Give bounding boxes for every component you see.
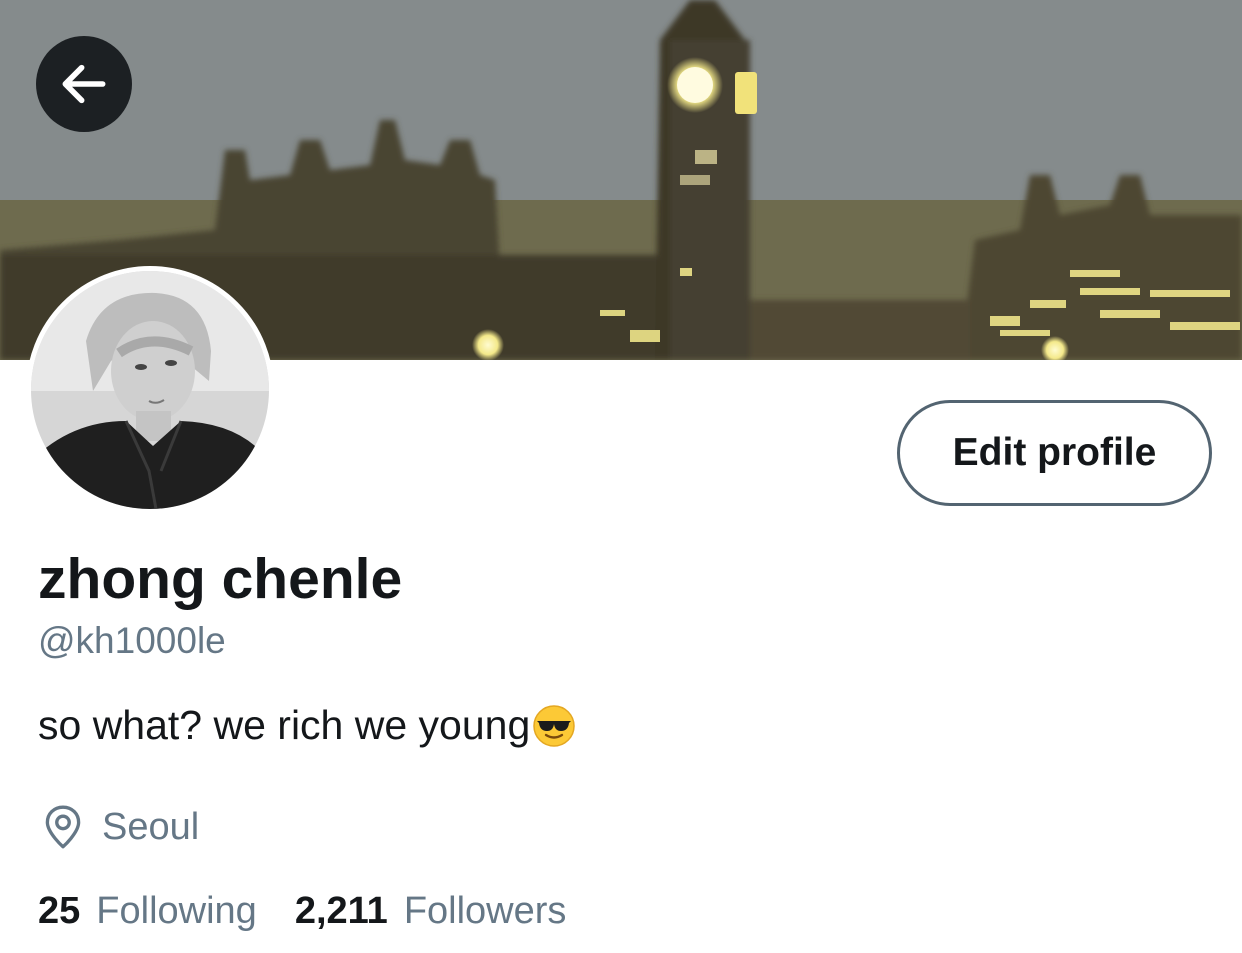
- avatar-photo: [31, 271, 269, 509]
- bio-text: so what? we rich we young: [38, 702, 531, 748]
- following-label: Following: [96, 890, 257, 932]
- follow-stats: 25 Following 2,211 Followers: [38, 890, 566, 933]
- followers-label: Followers: [403, 890, 567, 932]
- user-handle: @kh1000le: [38, 620, 226, 661]
- bio: so what? we rich we young: [38, 702, 576, 749]
- sunglasses-emoji-icon: [533, 704, 576, 747]
- location-pin-icon: [45, 805, 81, 849]
- location: Seoul: [38, 802, 199, 852]
- back-button[interactable]: [36, 36, 132, 132]
- location-text: Seoul: [102, 805, 200, 848]
- edit-profile-button[interactable]: Edit profile: [897, 400, 1212, 506]
- followers-link[interactable]: 2,211 Followers: [295, 890, 567, 933]
- arrow-left-icon: [62, 64, 106, 104]
- following-count: 25: [38, 890, 81, 932]
- display-name: zhong chenle: [38, 547, 403, 611]
- avatar[interactable]: [26, 266, 274, 514]
- following-link[interactable]: 25 Following: [38, 890, 257, 933]
- edit-profile-label: Edit profile: [952, 431, 1157, 474]
- followers-count: 2,211: [294, 890, 388, 932]
